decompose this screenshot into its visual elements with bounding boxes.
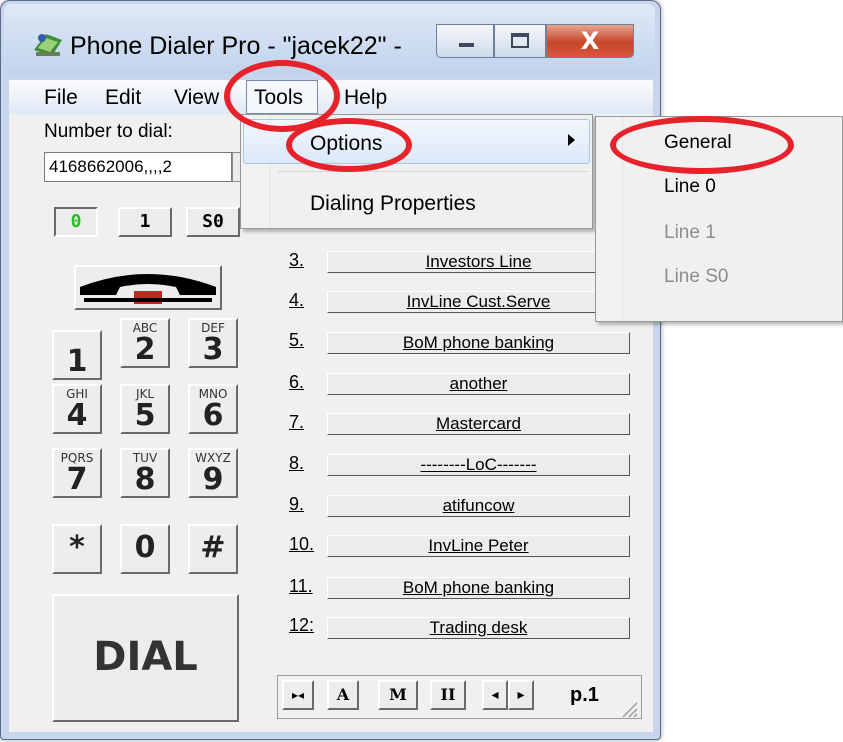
dial-label: DIAL [93, 634, 198, 680]
dial-button[interactable]: DIAL [52, 594, 239, 722]
phone-app-icon [32, 30, 64, 58]
menu-help[interactable]: Help [344, 86, 387, 110]
speed-dial-button[interactable]: InvLine Peter [327, 535, 630, 557]
key-digit: 4 [66, 398, 88, 433]
speed-dial-number: 7. [289, 412, 305, 432]
speed-dial-number: 11. [289, 576, 313, 596]
menu-file[interactable]: File [44, 86, 78, 110]
line-s0-button[interactable]: S0 [186, 207, 240, 237]
maximize-icon [511, 33, 529, 48]
speed-dial-number: 10. [289, 534, 315, 554]
line-0-button[interactable]: 0 [54, 207, 98, 237]
line-1-button[interactable]: 1 [118, 207, 172, 237]
key-digit: * [69, 530, 85, 565]
speed-dial-button[interactable]: BoM phone banking [327, 577, 630, 599]
key-hash[interactable]: # [188, 524, 238, 574]
close-button[interactable]: X [546, 24, 634, 58]
speed-dial-number: 8. [289, 453, 305, 473]
number-to-dial-label: Number to dial: [44, 121, 173, 142]
speed-dial-button[interactable]: --------LoC------- [327, 454, 630, 476]
close-icon: X [580, 27, 600, 55]
pause-button[interactable]: II [430, 680, 466, 710]
key-digit: 2 [134, 332, 156, 367]
key-digit: 5 [134, 398, 156, 433]
submenu-arrow-icon [568, 134, 575, 146]
speed-dial-number: 3. [289, 250, 305, 270]
speed-dial-button[interactable]: Mastercard [327, 413, 630, 435]
menu-edit[interactable]: Edit [105, 86, 141, 110]
key-digit: 6 [202, 398, 224, 433]
annotation-circle-general [610, 116, 794, 174]
key-digit: 1 [66, 344, 88, 379]
speed-dial-button[interactable]: InvLine Cust.Serve [327, 291, 630, 313]
key-digit: 3 [202, 332, 224, 367]
key-0[interactable]: 0 [120, 524, 170, 574]
submenu-item-line-1: Line 1 [664, 222, 716, 243]
key-star[interactable]: * [52, 524, 102, 574]
key-9[interactable]: WXYZ 9 [188, 448, 238, 498]
resize-grip-icon[interactable] [620, 700, 638, 718]
key-4[interactable]: GHI 4 [52, 384, 102, 434]
maximize-button[interactable] [494, 24, 546, 58]
submenu-item-line-s0: Line S0 [664, 266, 729, 287]
prev-page-button[interactable]: ◂ [482, 680, 508, 710]
speed-dial-button[interactable]: Investors Line [327, 251, 630, 273]
speed-dial-number: 5. [289, 330, 305, 350]
speed-dial-number: 6. [289, 372, 305, 392]
key-digit: 8 [134, 462, 156, 497]
key-5[interactable]: JKL 5 [120, 384, 170, 434]
key-digit: # [200, 530, 226, 565]
speed-dial-button[interactable]: atifuncow [327, 495, 630, 517]
speed-dial-number: 12: [289, 615, 315, 635]
key-2[interactable]: ABC 2 [120, 318, 170, 368]
key-digit: 7 [66, 462, 88, 497]
submenu-item-line-0[interactable]: Line 0 [664, 176, 716, 198]
minimize-button[interactable] [436, 24, 494, 58]
m-button[interactable]: M [378, 680, 418, 710]
minimize-icon [459, 43, 474, 47]
key-digit: 9 [202, 462, 224, 497]
handset-icon [80, 274, 216, 304]
annotation-circle-options [286, 118, 412, 172]
number-input[interactable] [44, 152, 232, 182]
key-7[interactable]: PQRS 7 [52, 448, 102, 498]
a-button[interactable]: A [327, 680, 359, 710]
speed-dial-button[interactable]: BoM phone banking [327, 332, 630, 354]
speed-dial-number: 4. [289, 290, 305, 310]
next-page-button[interactable]: ▸ [508, 680, 534, 710]
key-3[interactable]: DEF 3 [188, 318, 238, 368]
window-title: Phone Dialer Pro - "jacek22" - [70, 32, 402, 60]
speed-dial-button[interactable]: Trading desk [327, 617, 630, 639]
menu-view[interactable]: View [174, 86, 219, 110]
speed-dial-button[interactable]: another [327, 373, 630, 395]
page-indicator: p.1 [570, 684, 599, 706]
menu-item-dialing-properties[interactable]: Dialing Properties [310, 192, 476, 216]
key-8[interactable]: TUV 8 [120, 448, 170, 498]
key-6[interactable]: MNO 6 [188, 384, 238, 434]
hangup-button[interactable] [74, 265, 222, 310]
menu-separator [278, 171, 588, 172]
first-page-button[interactable]: ▸◂ [282, 680, 314, 710]
key-digit: 0 [134, 530, 156, 565]
speed-dial-number: 9. [289, 494, 305, 514]
key-1[interactable]: 1 [52, 330, 102, 380]
